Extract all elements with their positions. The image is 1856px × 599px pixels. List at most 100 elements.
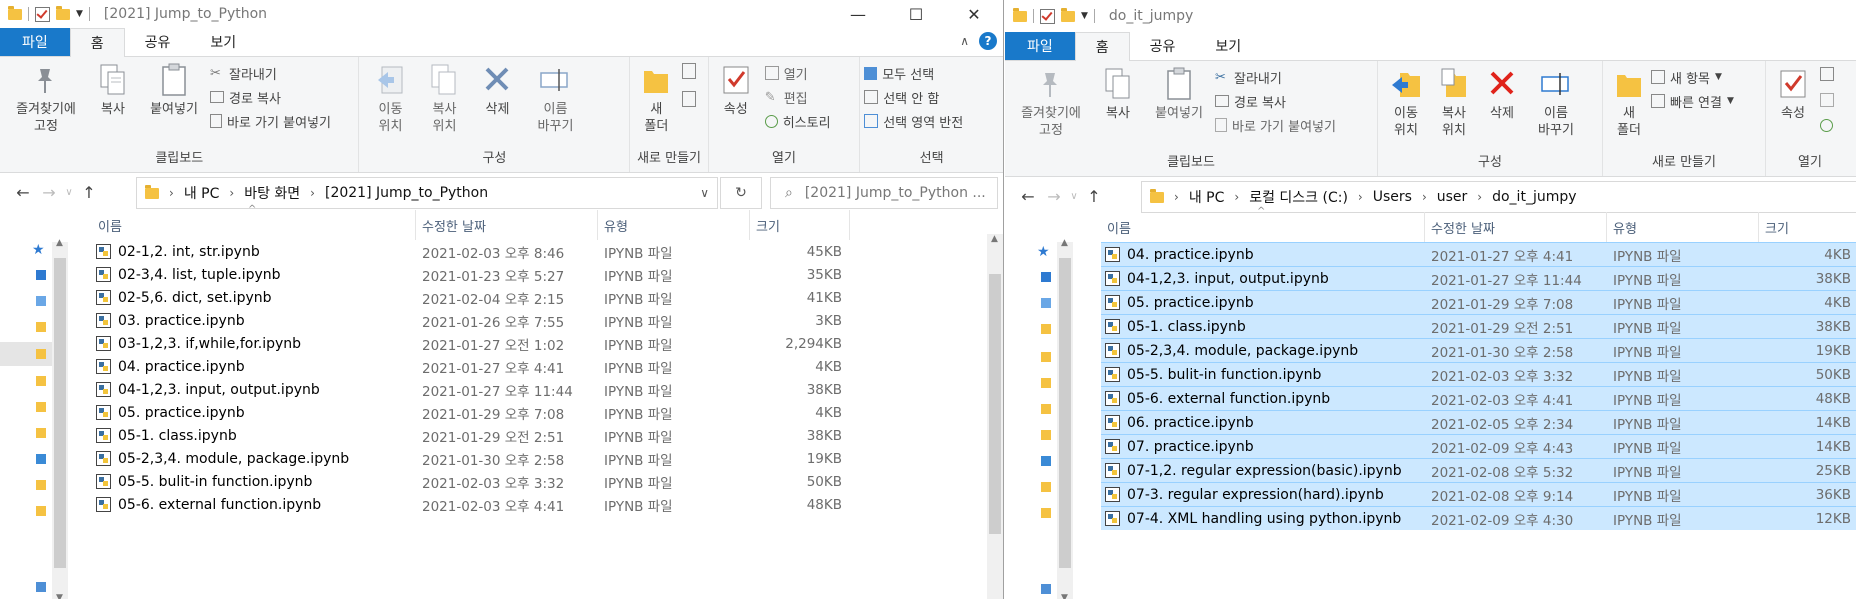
nav-item-icon[interactable] bbox=[1041, 352, 1051, 362]
up-icon[interactable]: ↑ bbox=[1081, 187, 1107, 206]
move-to-button[interactable]: 이동 위치 bbox=[1382, 61, 1430, 139]
file-row[interactable]: 05-1. class.ipynb 2021-01-29 오전 2:51 IPYNB… bbox=[1101, 314, 1856, 338]
file-row[interactable]: 03. practice.ipynb 2021-01-26 오후 7:55 IPYN… bbox=[92, 309, 987, 332]
column-header-date[interactable]: 수정한 날짜 bbox=[416, 210, 598, 240]
file-row[interactable]: 07. practice.ipynb 2021-02-09 오후 4:43 IPYN… bbox=[1101, 434, 1856, 458]
nav-item-icon[interactable] bbox=[1041, 272, 1051, 282]
forward-icon[interactable]: → bbox=[36, 183, 62, 202]
forward-icon[interactable]: → bbox=[1041, 187, 1067, 206]
nav-item-icon[interactable] bbox=[36, 428, 46, 438]
paste-button[interactable]: 붙여넣기 bbox=[1143, 61, 1215, 122]
file-row[interactable]: 04. practice.ipynb 2021-01-27 오후 4:41 IPYN… bbox=[92, 355, 987, 378]
rename-button[interactable]: 이름 바꾸기 bbox=[1526, 61, 1586, 139]
new-folder-icon[interactable] bbox=[56, 5, 70, 20]
file-row[interactable]: 06. practice.ipynb 2021-02-05 오후 2:34 IPYN… bbox=[1101, 410, 1856, 434]
nav-item-icon[interactable] bbox=[36, 402, 46, 412]
nav-item-icon[interactable] bbox=[1041, 324, 1051, 334]
nav-item-icon[interactable] bbox=[1041, 298, 1051, 308]
address-dropdown-icon[interactable]: ∨ bbox=[700, 186, 709, 200]
scroll-up-icon[interactable]: ▲ bbox=[991, 234, 998, 244]
nav-scrollbar[interactable]: ▲ ▼ bbox=[1057, 238, 1073, 599]
paste-button[interactable]: 붙여넣기 bbox=[138, 57, 210, 118]
cut-button[interactable]: ✂ 잘라내기 bbox=[1215, 67, 1336, 87]
breadcrumb-item[interactable]: user bbox=[1437, 189, 1468, 205]
delete-button[interactable]: 삭제 bbox=[1478, 61, 1526, 122]
properties-check-icon[interactable] bbox=[1040, 8, 1055, 24]
collapse-ribbon-icon[interactable]: ∧ bbox=[960, 34, 969, 48]
nav-item-icon[interactable] bbox=[1041, 482, 1051, 492]
file-row[interactable]: 05. practice.ipynb 2021-01-29 오후 7:08 IPYN… bbox=[1101, 290, 1856, 314]
nav-item-icon[interactable] bbox=[36, 506, 46, 516]
new-item-icon[interactable] bbox=[682, 63, 697, 79]
tab-share[interactable]: 공유 bbox=[1130, 32, 1196, 60]
file-row[interactable]: 03-1,2,3. if,while,for.ipynb 2021-01-27 오… bbox=[92, 332, 987, 355]
easy-access-button[interactable]: 빠른 연결 ▼ bbox=[1651, 91, 1734, 111]
back-icon[interactable]: ← bbox=[10, 183, 36, 202]
file-row[interactable]: 05-2,3,4. module, package.ipynb 2021-01-3… bbox=[92, 447, 987, 470]
file-row[interactable]: 07-3. regular expression(hard).ipynb 2021… bbox=[1101, 482, 1856, 506]
customize-toolbar-caret-icon[interactable]: ▼ bbox=[76, 9, 83, 19]
invert-selection-button[interactable]: 선택 영역 반전 bbox=[864, 111, 963, 131]
rename-button[interactable]: 이름 바꾸기 bbox=[523, 57, 587, 135]
nav-item-icon[interactable] bbox=[36, 454, 46, 464]
column-header-size[interactable]: 크기 bbox=[1759, 212, 1856, 242]
file-row[interactable]: 04-1,2,3. input, output.ipynb 2021-01-27 … bbox=[92, 378, 987, 401]
file-row[interactable]: 07-4. XML handling using python.ipynb 202… bbox=[1101, 506, 1856, 530]
breadcrumb-item[interactable]: Users bbox=[1373, 189, 1412, 205]
column-header-type[interactable]: 유형 bbox=[598, 210, 750, 240]
copy-to-button[interactable]: 복사 위치 bbox=[417, 57, 471, 135]
file-row[interactable]: 05-6. external function.ipynb 2021-02-03 … bbox=[1101, 386, 1856, 410]
nav-item-icon[interactable] bbox=[1041, 430, 1051, 440]
address-bar[interactable]: › 내 PC › 바탕 화면 › [2021] Jump_to_Python ∨ bbox=[136, 177, 718, 209]
scroll-down-icon[interactable]: ▼ bbox=[1061, 593, 1068, 599]
properties-button[interactable]: 속성 bbox=[713, 57, 759, 118]
minimize-icon[interactable]: — bbox=[829, 0, 887, 28]
breadcrumb-item[interactable]: do_it_jumpy bbox=[1492, 189, 1576, 205]
nav-scrollbar-thumb[interactable] bbox=[54, 258, 66, 568]
nav-item-icon[interactable] bbox=[36, 296, 46, 306]
breadcrumb-item[interactable]: 내 PC bbox=[1189, 187, 1225, 207]
move-to-button[interactable]: 이동 위치 bbox=[363, 57, 417, 135]
tab-view[interactable]: 보기 bbox=[1195, 32, 1261, 60]
tab-home[interactable]: 홈 bbox=[69, 28, 125, 57]
file-row[interactable]: 05. practice.ipynb 2021-01-29 오후 7:08 IPYN… bbox=[92, 401, 987, 424]
easy-access-icon[interactable] bbox=[682, 91, 697, 107]
delete-button[interactable]: 삭제 bbox=[471, 57, 523, 118]
copy-button[interactable]: 복사 bbox=[1093, 61, 1143, 122]
new-folder-button[interactable]: 새 폴더 bbox=[1607, 61, 1651, 139]
file-row[interactable]: 02-5,6. dict, set.ipynb 2021-02-04 오후 2:1… bbox=[92, 286, 987, 309]
tab-file[interactable]: 파일 bbox=[1005, 32, 1075, 60]
up-icon[interactable]: ↑ bbox=[76, 183, 102, 202]
refresh-button[interactable]: ↻ bbox=[720, 177, 762, 209]
open-button[interactable]: 열기 bbox=[764, 63, 831, 83]
list-scrollbar[interactable]: ▲ bbox=[987, 234, 1003, 599]
file-row[interactable]: 05-1. class.ipynb 2021-01-29 오전 2:51 IPYNB… bbox=[92, 424, 987, 447]
address-bar[interactable]: › 내 PC › 로컬 디스크 (C:) › Users › user › do… bbox=[1141, 181, 1856, 213]
pc-icon[interactable] bbox=[36, 582, 46, 592]
file-row[interactable]: 05-5. bulit-in function.ipynb 2021-02-03 … bbox=[92, 470, 987, 493]
recent-locations-icon[interactable]: ∨ bbox=[62, 187, 76, 198]
file-row[interactable]: 04. practice.ipynb 2021-01-27 오후 4:41 IPYN… bbox=[1101, 242, 1856, 266]
nav-item-icon[interactable] bbox=[1041, 456, 1051, 466]
tab-view[interactable]: 보기 bbox=[190, 28, 256, 56]
column-header-date[interactable]: 수정한 날짜 bbox=[1425, 212, 1607, 242]
new-item-button[interactable]: 새 항목 ▼ bbox=[1651, 67, 1734, 87]
nav-item-icon[interactable] bbox=[36, 480, 46, 490]
back-icon[interactable]: ← bbox=[1015, 187, 1041, 206]
paste-shortcut-button[interactable]: 바로 가기 붙여넣기 bbox=[1215, 115, 1336, 135]
history-button[interactable]: 히스토리 bbox=[764, 111, 831, 131]
file-row[interactable]: 05-6. external function.ipynb 2021-02-03 … bbox=[92, 493, 987, 516]
properties-check-icon[interactable] bbox=[35, 6, 50, 22]
file-row[interactable]: 02-3,4. list, tuple.ipynb 2021-01-23 오후 5… bbox=[92, 263, 987, 286]
tab-file[interactable]: 파일 bbox=[0, 28, 70, 56]
column-header-size[interactable]: 크기 bbox=[750, 210, 850, 240]
breadcrumb-item[interactable]: 로컬 디스크 (C:) bbox=[1249, 187, 1348, 207]
list-scrollbar-thumb[interactable] bbox=[989, 274, 1001, 534]
nav-selected-item[interactable] bbox=[0, 342, 58, 366]
breadcrumb-item[interactable]: 바탕 화면 bbox=[244, 183, 300, 203]
file-row[interactable]: 07-1,2. regular expression(basic).ipynb 2… bbox=[1101, 458, 1856, 482]
select-none-button[interactable]: 선택 안 함 bbox=[864, 87, 963, 107]
scroll-up-icon[interactable]: ▲ bbox=[1061, 238, 1068, 248]
help-icon[interactable]: ? bbox=[979, 32, 997, 50]
cut-button[interactable]: ✂ 잘라내기 bbox=[210, 63, 331, 83]
